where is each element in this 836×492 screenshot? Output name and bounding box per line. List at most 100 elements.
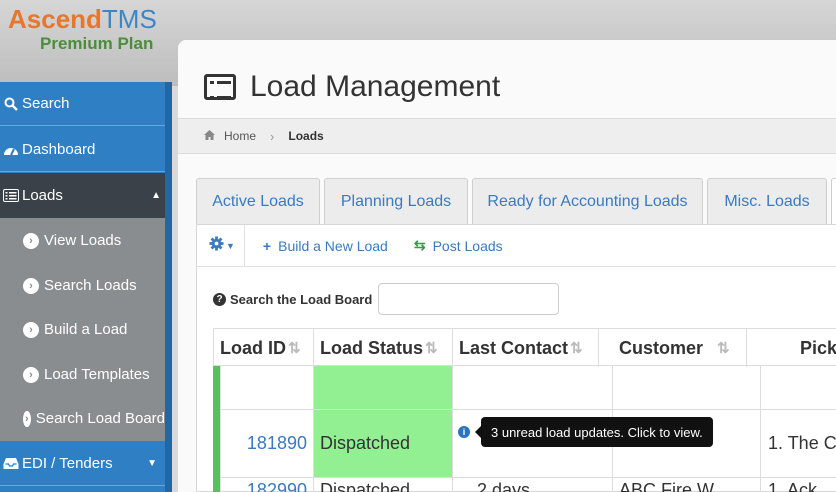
chevron-circle-right-icon: › — [23, 232, 39, 249]
sidebar-item-label: EDI / Tenders — [22, 454, 113, 472]
customer-text: ABC Fire W — [619, 480, 715, 492]
search-row: ? Search the Load Board — [213, 283, 560, 315]
caret-down-icon[interactable]: ▼ — [226, 241, 235, 251]
ascendtms-logo[interactable]: AscendTMS Premium Plan — [8, 4, 157, 53]
column-label: Customer — [619, 337, 704, 358]
search-label: Search the Load Board — [230, 291, 373, 307]
chevron-circle-right-icon: › — [23, 366, 39, 383]
plan-label: Premium Plan — [40, 34, 154, 53]
sidebar-subitem-label: Search Load Board — [35, 410, 165, 427]
table-cell-status: Dispatched — [313, 478, 452, 492]
question-circle-icon: ? — [213, 292, 226, 306]
load-board-panel: ▼ + Build a New Load ⇆ Post Loads ? Sear… — [196, 224, 836, 492]
table-cell-pick: 1. Ack — [760, 478, 836, 492]
sidebar-subitem-search-loads[interactable]: › Search Loads — [0, 263, 165, 308]
sort-icon: ⇅ — [425, 340, 438, 357]
column-header-load-id[interactable]: Load ID ⇅ — [213, 329, 313, 367]
search-icon — [0, 97, 22, 111]
column-header-last-contact[interactable]: Last Contact ⇅ — [452, 329, 598, 367]
table-cell-status — [313, 366, 452, 410]
sidebar-subitem-view-loads[interactable]: › View Loads — [0, 218, 165, 263]
unread-updates-tooltip: 3 unread load updates. Click to view. — [475, 417, 713, 447]
table-cell — [452, 366, 612, 410]
logo-tms-text: TMS — [101, 4, 157, 34]
dashboard-icon — [0, 143, 22, 157]
sidebar-item-loads[interactable]: Loads ▲ — [0, 173, 165, 218]
load-status-text: Dispatched — [320, 480, 411, 492]
row-status-marker — [213, 366, 220, 492]
table-cell — [220, 366, 313, 410]
table-header: Load ID ⇅ Load Status ⇅ Last Contact ⇅ Cust… — [213, 328, 836, 367]
load-tabs: Active Loads Planning Loads Ready for Ac… — [196, 178, 836, 224]
tab-misc-loads[interactable]: Misc. Loads — [707, 178, 827, 224]
caret-down-icon: ▼ — [147, 457, 157, 469]
sidebar-subitem-label: Search Loads — [44, 277, 137, 294]
caret-up-icon: ▲ — [151, 190, 161, 201]
column-label: Pick — [800, 337, 836, 358]
breadcrumb-current: Loads — [288, 129, 324, 143]
gear-icon[interactable] — [209, 235, 224, 256]
plus-icon: + — [262, 237, 272, 254]
tab-partial[interactable] — [831, 178, 836, 224]
breadcrumb: Home › Loads — [178, 118, 836, 154]
chevron-circle-right-icon: › — [23, 410, 31, 427]
column-label: Load ID — [220, 337, 286, 358]
load-id-link[interactable]: 182990 — [247, 480, 307, 492]
last-contact-text: 2 days — [477, 480, 531, 492]
search-input[interactable] — [378, 283, 560, 315]
main-panel: Load Management Home › Loads Active Load… — [178, 40, 836, 492]
build-new-load-label: Build a New Load — [278, 237, 388, 254]
tab-ready-for-accounting-loads[interactable]: Ready for Accounting Loads — [472, 178, 703, 224]
page-header: Load Management — [204, 70, 500, 104]
sort-icon: ⇅ — [288, 340, 301, 357]
sidebar-edge — [165, 82, 172, 492]
tab-planning-loads[interactable]: Planning Loads — [324, 178, 468, 224]
chevron-circle-right-icon: › — [23, 321, 39, 338]
sort-icon: ⇅ — [570, 340, 583, 357]
table-cell-last-contact: 2 days — [452, 478, 612, 492]
pick-text: 1. Ack — [768, 480, 818, 492]
retweet-icon: ⇆ — [413, 237, 426, 253]
toolbar: ▼ + Build a New Load ⇆ Post Loads — [197, 224, 836, 267]
sidebar-subitem-label: Load Templates — [44, 366, 150, 383]
load-status-text: Dispatched — [320, 433, 411, 453]
inbox-icon — [0, 457, 22, 470]
logo-ascend-text: Ascend — [8, 4, 102, 34]
table-cell-load-id[interactable]: 181890 — [220, 410, 313, 478]
chevron-circle-right-icon: › — [23, 277, 39, 294]
column-header-load-status[interactable]: Load Status ⇅ — [313, 329, 452, 367]
breadcrumb-home[interactable]: Home — [224, 129, 256, 143]
table-cell-load-id[interactable]: 182990 — [220, 478, 313, 492]
column-header-pick[interactable]: Pick — [746, 329, 836, 367]
sidebar-subitem-build-a-load[interactable]: › Build a Load — [0, 307, 165, 352]
table-cell-customer: ABC Fire W — [612, 478, 760, 492]
pick-text: 1. The C — [768, 433, 836, 453]
sidebar-subitem-label: Build a Load — [44, 321, 128, 338]
table-cell — [612, 366, 760, 410]
build-new-load-button[interactable]: + Build a New Load — [263, 238, 388, 254]
list-icon — [0, 189, 22, 202]
sidebar-item-search[interactable]: Search — [0, 82, 165, 126]
sidebar-item-label: Loads — [22, 187, 63, 204]
page-title: Load Management — [250, 70, 501, 103]
sidebar-item-edi-tenders[interactable]: EDI / Tenders ▼ — [0, 441, 165, 486]
sidebar-subitem-load-templates[interactable]: › Load Templates — [0, 352, 165, 397]
table-cell-pick: 1. The C — [760, 410, 836, 478]
chevron-right-icon: › — [270, 128, 275, 144]
sidebar-item-dashboard[interactable]: Dashboard — [0, 128, 165, 172]
load-id-link[interactable]: 181890 — [247, 433, 307, 454]
list-alt-icon — [204, 74, 236, 100]
column-header-customer[interactable]: Customer ⇅ — [598, 329, 746, 367]
info-icon[interactable]: i — [458, 426, 470, 438]
table-cell-status: Dispatched — [313, 410, 452, 478]
tab-active-loads[interactable]: Active Loads — [196, 178, 320, 224]
sidebar-subitem-label: View Loads — [44, 232, 122, 249]
sidebar-subitem-search-load-board[interactable]: › Search Load Board — [0, 396, 165, 441]
column-label: Load Status — [320, 337, 424, 358]
post-loads-button[interactable]: ⇆ Post Loads — [414, 237, 503, 254]
toolbar-divider — [243, 224, 245, 267]
table-cell — [760, 366, 836, 410]
home-icon[interactable] — [204, 129, 215, 143]
post-loads-label: Post Loads — [432, 237, 503, 254]
column-label: Last Contact — [459, 337, 569, 358]
